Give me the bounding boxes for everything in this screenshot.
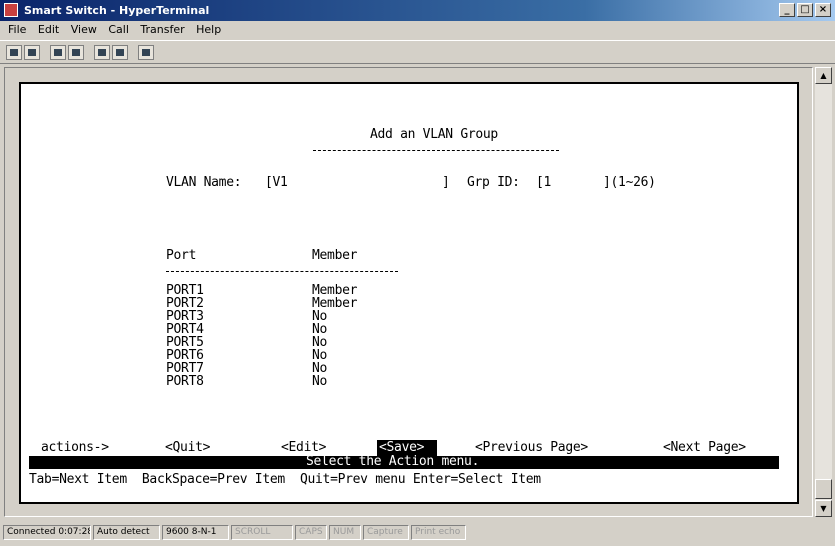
status-scroll: SCROLL [231, 525, 293, 540]
action-save[interactable]: <Save> [379, 441, 424, 455]
scroll-thumb[interactable] [815, 479, 832, 499]
menu-call[interactable]: Call [108, 23, 129, 36]
open-icon[interactable] [24, 45, 40, 60]
action-previous-page[interactable]: <Previous Page> [475, 441, 588, 455]
terminal-screen[interactable]: Add an VLAN Group VLAN Name: [V1 ] Grp I… [19, 82, 799, 504]
hyperterminal-icon [4, 3, 18, 17]
toolbar [0, 40, 835, 64]
grp-id-label: Grp ID: [467, 175, 520, 190]
vlan-name-field[interactable]: [V1 [265, 176, 288, 190]
menu-edit[interactable]: Edit [38, 23, 59, 36]
vlan-name-field-end: ] [442, 175, 450, 190]
vertical-scrollbar[interactable]: ▲ ▼ [815, 67, 832, 517]
minimize-button[interactable]: _ [779, 3, 795, 17]
grp-id-range: ](1~26) [603, 175, 656, 190]
connect-icon[interactable] [50, 45, 66, 60]
status-num: NUM [329, 525, 361, 540]
scroll-down-icon[interactable]: ▼ [815, 500, 832, 517]
properties-icon[interactable] [138, 45, 154, 60]
key-help: Tab=Next Item BackSpace=Prev Item Quit=P… [29, 472, 541, 487]
send-icon[interactable] [94, 45, 110, 60]
window-title: Smart Switch - HyperTerminal [24, 4, 210, 17]
close-button[interactable]: × [815, 3, 831, 17]
menu-help[interactable]: Help [196, 23, 221, 36]
disconnect-icon[interactable] [68, 45, 84, 60]
status-autodetect: Auto detect [93, 525, 160, 540]
member-value[interactable]: No [312, 375, 327, 389]
action-quit[interactable]: <Quit> [165, 441, 210, 455]
menu-view[interactable]: View [71, 23, 97, 36]
vlan-name-label: VLAN Name: [166, 175, 242, 190]
scroll-up-icon[interactable]: ▲ [815, 67, 832, 84]
terminal-area[interactable]: Add an VLAN Group VLAN Name: [V1 ] Grp I… [4, 67, 813, 517]
new-icon[interactable] [6, 45, 22, 60]
status-port-settings: 9600 8-N-1 [162, 525, 229, 540]
title-bar: Smart Switch - HyperTerminal _ □ × [0, 0, 835, 21]
status-caps: CAPS [295, 525, 327, 540]
action-next-page[interactable]: <Next Page> [663, 441, 746, 455]
status-bar: Connected 0:07:28 Auto detect 9600 8-N-1… [0, 520, 835, 546]
status-connected: Connected 0:07:28 [3, 525, 91, 540]
screen-heading: Add an VLAN Group [370, 127, 498, 142]
menu-bar: File Edit View Call Transfer Help [0, 21, 835, 39]
grp-id-field[interactable]: [1 [536, 176, 551, 190]
menu-file[interactable]: File [8, 23, 26, 36]
receive-icon[interactable] [112, 45, 128, 60]
status-print-echo: Print echo [411, 525, 466, 540]
col-port-header: Port [166, 248, 197, 263]
action-prompt: Select the Action menu. [306, 454, 480, 469]
maximize-button[interactable]: □ [797, 3, 813, 17]
actions-label: actions-> [41, 440, 109, 455]
status-capture: Capture [363, 525, 409, 540]
menu-transfer[interactable]: Transfer [140, 23, 184, 36]
col-member-header: Member [312, 248, 358, 263]
action-edit[interactable]: <Edit> [281, 441, 326, 455]
heading-underline [313, 150, 559, 151]
table-header-divider [166, 271, 398, 272]
port-name: PORT8 [166, 374, 204, 389]
